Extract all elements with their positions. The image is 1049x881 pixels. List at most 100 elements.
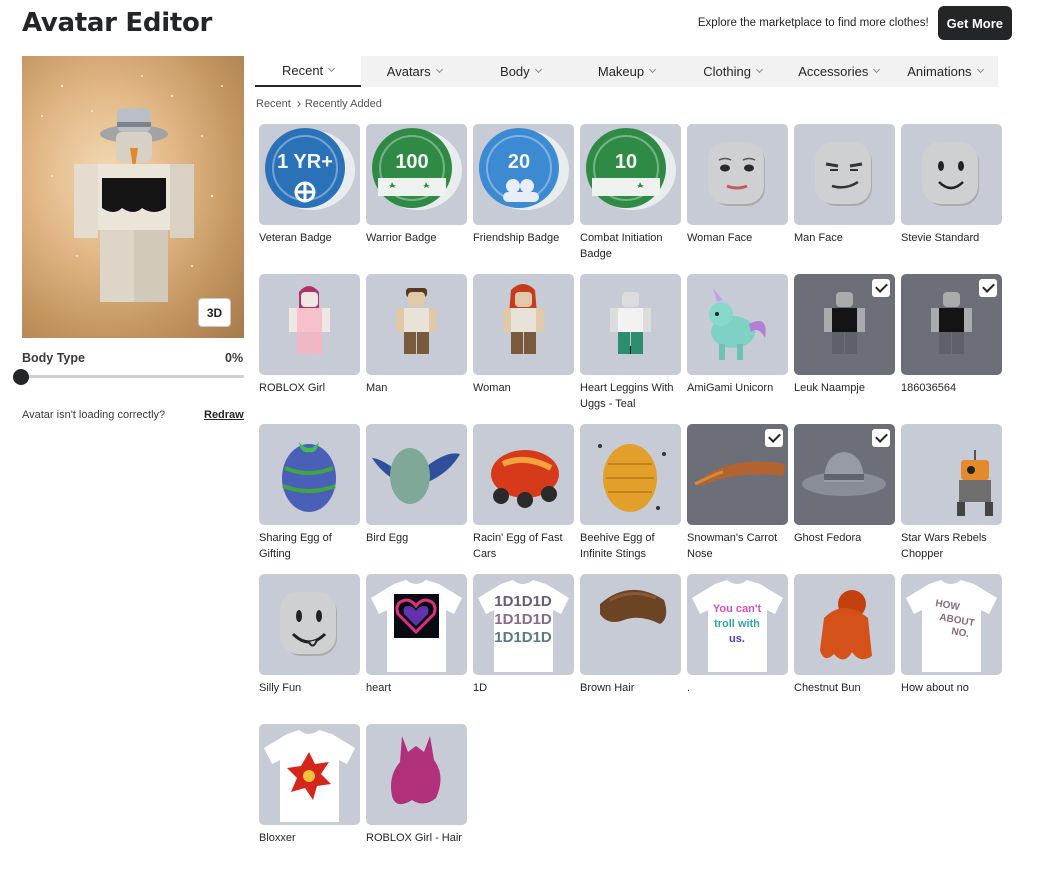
item-thumbnail[interactable]: 1D1D1D 1D1D1D 1D1D1D <box>473 574 574 675</box>
tab-recent[interactable]: Recent <box>255 56 362 87</box>
item-card[interactable]: 186036564 <box>901 274 1002 396</box>
beehive-egg-icon <box>580 424 681 525</box>
tab-clothing[interactable]: Clothing <box>680 56 786 87</box>
item-name: Veteran Badge <box>259 232 332 244</box>
item-thumbnail[interactable]: 1 YR+ <box>259 124 360 225</box>
item-thumbnail[interactable] <box>366 424 467 525</box>
item-thumbnail[interactable] <box>473 424 574 525</box>
item-card[interactable]: Man <box>366 274 467 396</box>
tab-label: Avatars <box>386 64 431 79</box>
item-name: ROBLOX Girl - Hair <box>366 832 462 844</box>
item-card[interactable]: Woman <box>473 274 574 396</box>
bird-egg-icon <box>366 424 467 525</box>
gift-egg-icon <box>259 424 360 525</box>
item-thumbnail[interactable]: HOW ABOUT NO. <box>901 574 1002 675</box>
item-thumbnail[interactable] <box>259 574 360 675</box>
tab-label: Animations <box>907 64 972 79</box>
breadcrumb: Recent Recently Added <box>256 98 382 110</box>
item-card[interactable]: Star Wars Rebels Chopper <box>901 424 1002 562</box>
item-thumbnail[interactable]: 20 <box>473 124 574 225</box>
heart-shirt-icon <box>366 574 467 675</box>
item-thumbnail[interactable]: 100 <box>366 124 467 225</box>
svg-text:20: 20 <box>508 151 530 173</box>
item-thumbnail[interactable] <box>794 124 895 225</box>
item-thumbnail[interactable] <box>687 274 788 375</box>
item-thumbnail[interactable] <box>473 274 574 375</box>
item-card[interactable]: Chestnut Bun <box>794 574 895 696</box>
tab-body[interactable]: Body <box>467 56 573 87</box>
item-card[interactable]: Man Face <box>794 124 895 246</box>
troll-shirt-icon: You can't troll with us. <box>687 574 788 675</box>
item-card[interactable]: 1 YR+ Veteran Badge <box>259 124 360 246</box>
item-card[interactable]: Racin' Egg of Fast Cars <box>473 424 574 562</box>
item-card[interactable]: Beehive Egg of Infinite Stings <box>580 424 681 562</box>
item-thumbnail[interactable] <box>259 424 360 525</box>
item-card[interactable]: Ghost Fedora <box>794 424 895 546</box>
item-thumbnail[interactable] <box>794 424 895 525</box>
item-name: Stevie Standard <box>901 232 980 244</box>
svg-text:1D1D1D: 1D1D1D <box>494 593 552 610</box>
breadcrumb-recent[interactable]: Recent <box>256 98 291 110</box>
item-card[interactable]: Bird Egg <box>366 424 467 546</box>
item-name: Heart Leggins With Uggs - Teal <box>580 382 674 410</box>
item-card[interactable]: 1D1D1D 1D1D1D 1D1D1D 1D <box>473 574 574 696</box>
item-thumbnail[interactable] <box>366 574 467 675</box>
tab-makeup[interactable]: Makeup <box>573 56 679 87</box>
item-card[interactable]: AmiGami Unicorn <box>687 274 788 396</box>
item-card[interactable]: Snowman's Carrot Nose <box>687 424 788 562</box>
item-name: Bird Egg <box>366 532 409 544</box>
item-card[interactable]: 100 Warrior Badge <box>366 124 467 246</box>
item-card[interactable]: 10 Combat Initiation Badge <box>580 124 681 262</box>
item-thumbnail[interactable] <box>259 724 360 825</box>
item-thumbnail[interactable] <box>259 274 360 375</box>
item-thumbnail[interactable] <box>901 124 1002 225</box>
tab-animations[interactable]: Animations <box>892 56 998 87</box>
item-thumbnail[interactable] <box>580 274 681 375</box>
body-type-slider[interactable] <box>22 375 244 378</box>
item-thumbnail[interactable] <box>366 274 467 375</box>
chevron-right-icon <box>295 101 301 107</box>
item-thumbnail[interactable]: 10 <box>580 124 681 225</box>
redraw-link[interactable]: Redraw <box>204 409 244 421</box>
item-thumbnail[interactable] <box>901 424 1002 525</box>
item-card[interactable]: Woman Face <box>687 124 788 246</box>
checkmark-icon <box>872 279 890 297</box>
slider-thumb[interactable] <box>13 369 29 385</box>
item-card[interactable]: Heart Leggins With Uggs - Teal <box>580 274 681 412</box>
item-thumbnail[interactable] <box>794 274 895 375</box>
item-name: Ghost Fedora <box>794 532 862 544</box>
item-thumbnail[interactable] <box>687 124 788 225</box>
tab-avatars[interactable]: Avatars <box>361 56 467 87</box>
tab-accessories[interactable]: Accessories <box>786 56 892 87</box>
item-card[interactable]: 20 Friendship Badge <box>473 124 574 246</box>
item-name: Brown Hair <box>580 682 635 694</box>
item-card[interactable]: Brown Hair <box>580 574 681 696</box>
item-card[interactable]: ROBLOX Girl <box>259 274 360 396</box>
category-tabs: Recent Avatars Body Makeup Clothing Acce… <box>255 56 998 87</box>
item-name: . <box>687 682 691 694</box>
item-name: Friendship Badge <box>473 232 560 244</box>
item-card[interactable]: Stevie Standard <box>901 124 1002 246</box>
unicorn-icon <box>687 274 788 375</box>
item-card[interactable]: ROBLOX Girl - Hair <box>366 724 467 846</box>
item-card[interactable]: heart <box>366 574 467 696</box>
avatar-preview[interactable] <box>22 56 244 338</box>
item-thumbnail[interactable] <box>366 724 467 825</box>
item-card[interactable]: HOW ABOUT NO. How about no <box>901 574 1002 696</box>
item-thumbnail[interactable] <box>794 574 895 675</box>
item-card[interactable]: Leuk Naampje <box>794 274 895 396</box>
svg-text:1 YR+: 1 YR+ <box>277 151 333 173</box>
item-card[interactable]: Sharing Egg of Gifting <box>259 424 360 562</box>
toggle-3d-button[interactable]: 3D <box>198 298 231 327</box>
item-thumbnail[interactable] <box>687 424 788 525</box>
item-thumbnail[interactable] <box>580 574 681 675</box>
man-face-icon <box>794 124 895 225</box>
item-thumbnail[interactable] <box>901 274 1002 375</box>
item-card[interactable]: Bloxxer <box>259 724 360 846</box>
item-card[interactable]: You can't troll with us. . <box>687 574 788 696</box>
item-card[interactable]: Silly Fun <box>259 574 360 696</box>
get-more-button[interactable]: Get More <box>937 6 1012 40</box>
item-thumbnail[interactable] <box>580 424 681 525</box>
item-thumbnail[interactable]: You can't troll with us. <box>687 574 788 675</box>
svg-text:1D1D1D: 1D1D1D <box>494 629 552 646</box>
